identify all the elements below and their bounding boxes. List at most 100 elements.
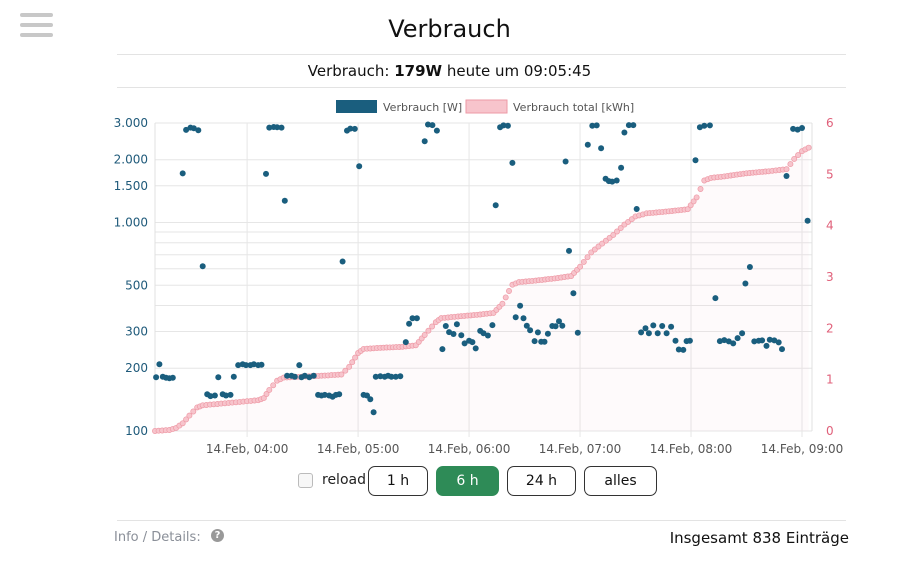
power-point [489, 322, 496, 329]
consumption-chart: 100 200 300 500 1.000 1.500 2.000 3.000 0 1 2 3 4 5 6 1… [114, 99, 844, 456]
y-left-tick-label: 1.000 [114, 215, 148, 229]
power-point [544, 330, 551, 337]
power-point [659, 323, 666, 329]
power-point [211, 392, 218, 399]
y-left-tick-label: 200 [125, 361, 148, 375]
power-point [642, 325, 649, 332]
energy-point [429, 323, 436, 330]
power-point [230, 373, 237, 380]
energy-point [506, 288, 512, 294]
power-point [450, 331, 457, 337]
power-point [263, 170, 269, 177]
energy-point [577, 263, 584, 270]
x-tick-label: 14.Feb, 09:00 [761, 442, 844, 456]
power-point [453, 321, 460, 328]
y-left-tick-label: 1.500 [114, 179, 148, 193]
power-point [775, 339, 782, 346]
y-right-tick-label: 1 [826, 373, 834, 387]
range-1h-button[interactable]: 1 h [368, 466, 428, 496]
y-left-tick-label: 2.000 [114, 153, 148, 167]
power-point [520, 315, 527, 322]
footer-divider [117, 520, 846, 521]
power-point [779, 346, 785, 353]
power-point [598, 145, 605, 152]
power-point [584, 141, 591, 148]
power-point [458, 332, 465, 339]
legend-swatch-energy [465, 99, 508, 114]
range-6h-button[interactable]: 6 h [436, 466, 499, 496]
power-point [227, 391, 234, 398]
power-point [668, 323, 675, 330]
power-point [492, 202, 499, 209]
energy-point [783, 166, 790, 173]
power-point [686, 337, 693, 344]
power-point [517, 302, 524, 309]
energy-point [580, 258, 587, 265]
power-point [402, 339, 409, 346]
power-point [701, 122, 708, 129]
power-point [618, 164, 625, 171]
power-point [406, 320, 413, 327]
power-point [739, 330, 746, 337]
x-tick-label: 14.Feb, 07:00 [539, 442, 622, 456]
timerange-controls: reload 1 h 6 h 24 h alles [0, 466, 899, 496]
power-point [531, 338, 538, 345]
energy-point [499, 300, 506, 307]
power-point [339, 258, 346, 265]
power-point [645, 330, 652, 337]
power-point [633, 206, 640, 212]
power-point [654, 330, 661, 337]
energy-point [584, 254, 591, 261]
power-point [680, 346, 687, 353]
reload-checkbox[interactable] [298, 473, 313, 488]
power-point [534, 329, 541, 336]
energy-point [352, 354, 359, 361]
info-details-link[interactable]: Info / Details: [114, 530, 201, 545]
energy-point [697, 186, 704, 192]
power-point [742, 280, 749, 287]
power-point [763, 342, 770, 349]
y-right-tick-label: 4 [826, 219, 834, 233]
question-circle-icon[interactable]: ? [211, 529, 224, 542]
y-left-tick-label: 3.000 [114, 116, 148, 130]
range-all-button[interactable]: alles [584, 466, 657, 496]
power-point [562, 158, 569, 165]
power-point [663, 330, 670, 337]
power-point [746, 264, 753, 270]
power-point [509, 159, 516, 166]
energy-point [349, 359, 356, 366]
power-point [570, 290, 577, 297]
power-point [692, 157, 699, 164]
power-point [621, 129, 628, 136]
power-point [504, 122, 511, 129]
x-tick-label: 14.Feb, 04:00 [206, 442, 289, 456]
power-point [413, 315, 420, 322]
power-point [706, 122, 713, 129]
y-right-tick-label: 3 [826, 270, 834, 284]
power-point [439, 346, 446, 353]
range-24h-button[interactable]: 24 h [507, 466, 576, 496]
y-left-tick-label: 100 [125, 424, 148, 438]
power-point [804, 217, 811, 224]
power-point [442, 323, 449, 329]
legend-label-energy: Verbrauch total [kWh] [513, 101, 634, 114]
power-point [527, 327, 534, 334]
power-point [512, 314, 519, 321]
energy-point [805, 144, 812, 151]
power-point [566, 247, 572, 254]
power-point [397, 373, 404, 380]
energy-point [346, 363, 353, 370]
x-tick-label: 14.Feb, 06:00 [428, 442, 511, 456]
energy-point [190, 408, 197, 415]
power-point [734, 335, 741, 342]
energy-point [421, 332, 428, 338]
power-point [153, 374, 160, 381]
power-point [278, 124, 285, 131]
power-point [630, 122, 637, 129]
energy-point [787, 161, 794, 168]
power-point [799, 125, 805, 131]
power-point [783, 173, 790, 179]
power-point [433, 127, 440, 134]
legend-label-power: Verbrauch [W] [383, 101, 462, 114]
y-left-tick-label: 300 [125, 325, 148, 339]
